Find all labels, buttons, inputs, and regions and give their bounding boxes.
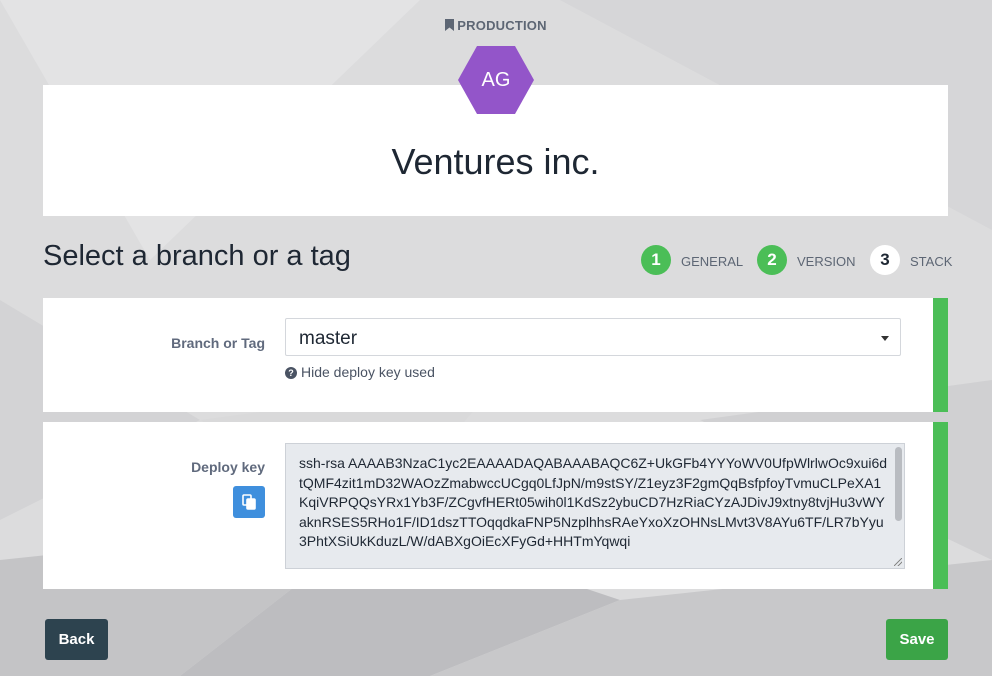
avatar: AG: [458, 46, 534, 114]
branch-panel: Branch or Tag master ? Hide deploy key us…: [43, 298, 948, 412]
resize-grip-icon[interactable]: [894, 558, 902, 566]
step-label: STACK: [910, 254, 953, 269]
deploy-key-label: Deploy key: [191, 459, 265, 475]
deploy-key-textarea[interactable]: ssh-rsa AAAAB3NzaC1yc2EAAAADAQABAAABAQC6…: [285, 443, 905, 569]
status-bar: [933, 298, 948, 412]
save-button[interactable]: Save: [886, 619, 948, 660]
bookmark-icon: [445, 19, 455, 34]
branch-select[interactable]: master: [285, 318, 901, 356]
toggle-deploy-key-link[interactable]: ? Hide deploy key used: [285, 364, 435, 380]
question-circle-icon: ?: [285, 367, 297, 379]
chevron-down-icon: [881, 336, 889, 341]
step-label: GENERAL: [681, 254, 744, 269]
avatar-initials: AG: [481, 69, 511, 91]
status-bar: [933, 422, 948, 589]
back-button[interactable]: Back: [45, 619, 108, 660]
step-number: 3: [870, 245, 900, 275]
toggle-deploy-key-label: Hide deploy key used: [301, 364, 435, 380]
environment-label: PRODUCTION: [457, 18, 547, 33]
step-number: 2: [757, 245, 787, 275]
branch-label: Branch or Tag: [171, 335, 265, 351]
scrollbar-thumb[interactable]: [895, 447, 902, 521]
step-number: 1: [641, 245, 671, 275]
deploy-key-panel: Deploy key ssh-rsa AAAAB3NzaC1yc2EAAAADA…: [43, 422, 948, 589]
deploy-key-value: ssh-rsa AAAAB3NzaC1yc2EAAAADAQABAAABAQC6…: [299, 455, 888, 549]
copy-icon: [242, 494, 256, 510]
step-label: VERSION: [797, 254, 856, 269]
page-title: Select a branch or a tag: [43, 240, 351, 272]
organization-name: Ventures inc.: [391, 141, 600, 182]
branch-select-value: master: [299, 328, 358, 349]
environment-badge: PRODUCTION: [0, 18, 992, 34]
copy-button[interactable]: [233, 486, 265, 518]
